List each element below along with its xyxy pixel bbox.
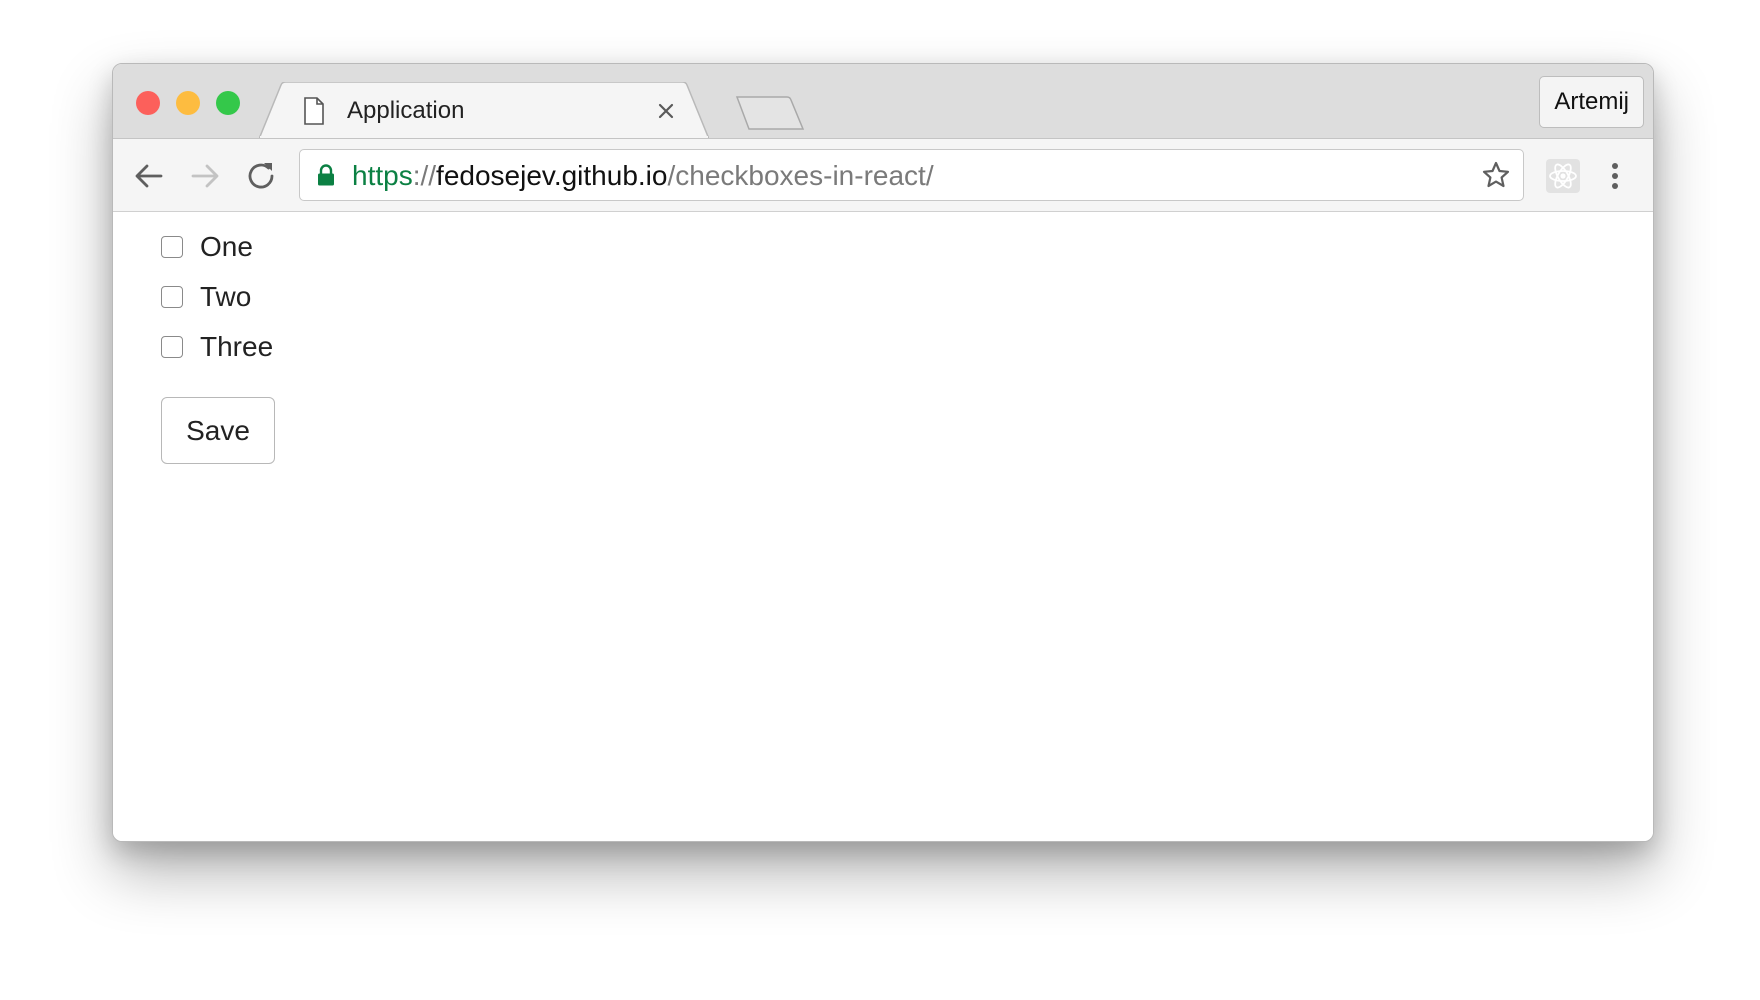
checkbox-two[interactable]: Two <box>161 280 251 314</box>
window-close-button[interactable] <box>136 91 160 115</box>
tab-title: Application <box>347 97 465 124</box>
checkbox-three-box[interactable] <box>161 336 183 358</box>
close-icon[interactable] <box>654 99 678 123</box>
tab-application[interactable]: Application <box>259 82 709 139</box>
checkbox-one-label[interactable]: One <box>200 230 253 264</box>
checkbox-one-box[interactable] <box>161 236 183 258</box>
page-content: One Two Three Save <box>113 212 1653 841</box>
checkbox-two-label[interactable]: Two <box>200 280 251 314</box>
address-bar[interactable]: https://fedosejev.github.io/checkboxes-i… <box>299 149 1524 201</box>
tab-background <box>259 82 709 139</box>
browser-toolbar: https://fedosejev.github.io/checkboxes-i… <box>113 138 1653 212</box>
checkbox-three[interactable]: Three <box>161 330 273 364</box>
save-button[interactable]: Save <box>161 397 275 464</box>
tab-strip: Application Artemij <box>113 64 1653 139</box>
lock-icon <box>318 164 334 186</box>
react-icon[interactable] <box>1545 158 1581 194</box>
browser-window: Application Artemij https://fedosejev.gi… <box>112 63 1654 842</box>
url-scheme: https <box>352 160 413 191</box>
arrow-right-icon[interactable] <box>187 158 223 194</box>
arrow-left-icon[interactable] <box>131 158 167 194</box>
kebab-menu-icon[interactable] <box>1603 158 1627 194</box>
new-tab-icon[interactable] <box>735 96 805 130</box>
profile-button[interactable]: Artemij <box>1539 76 1644 128</box>
reload-icon[interactable] <box>243 158 279 194</box>
star-icon[interactable] <box>1481 160 1511 190</box>
checkbox-three-label[interactable]: Three <box>200 330 273 364</box>
url-host: fedosejev.github.io <box>436 160 668 191</box>
page-icon <box>304 97 324 125</box>
window-maximize-button[interactable] <box>216 91 240 115</box>
url-path: /checkboxes-in-react/ <box>667 160 934 191</box>
window-minimize-button[interactable] <box>176 91 200 115</box>
url-separator: :// <box>412 160 437 191</box>
checkbox-one[interactable]: One <box>161 230 253 264</box>
url-text[interactable]: https://fedosejev.github.io/checkboxes-i… <box>352 161 934 191</box>
checkbox-two-box[interactable] <box>161 286 183 308</box>
